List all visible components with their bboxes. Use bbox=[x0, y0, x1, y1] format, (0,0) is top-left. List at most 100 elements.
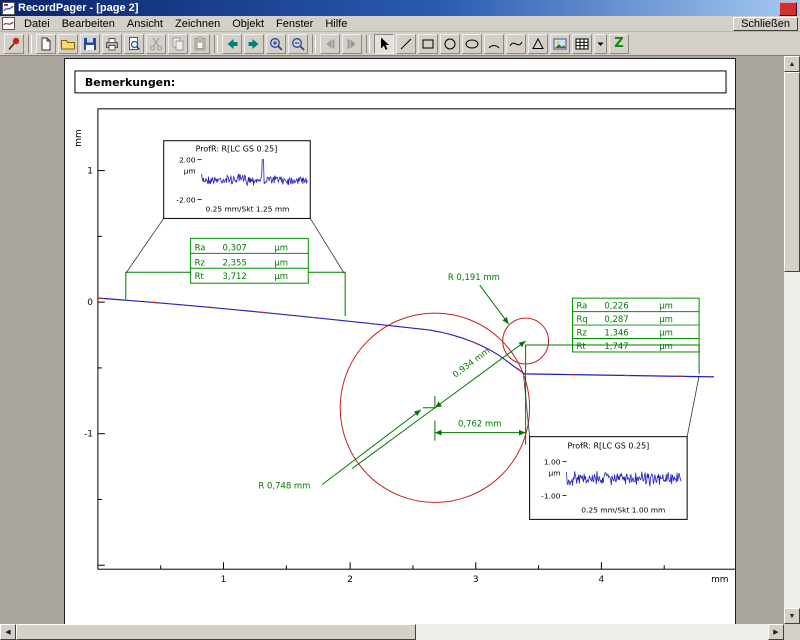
pin-icon bbox=[6, 36, 22, 52]
new-document-button[interactable] bbox=[36, 34, 56, 54]
paste-button[interactable] bbox=[190, 34, 210, 54]
scissors-icon bbox=[148, 36, 164, 52]
cut-button[interactable] bbox=[146, 34, 166, 54]
print-icon bbox=[104, 36, 120, 52]
roughness-inset-top[interactable]: ProfR: R[LC GS 0.25] 2.00 µm -2.00 0.25 … bbox=[164, 141, 311, 219]
print-preview-button[interactable] bbox=[124, 34, 144, 54]
roughness-inset-bottom[interactable]: ProfR: R[LC GS 0.25] 1.00 µm -1.00 0.25 … bbox=[530, 437, 688, 520]
arc-icon bbox=[486, 36, 502, 52]
circle-tool-button[interactable] bbox=[440, 34, 460, 54]
param-unit: µm bbox=[274, 257, 288, 267]
triangle-icon bbox=[530, 36, 546, 52]
scroll-right-button[interactable]: ▶ bbox=[768, 624, 784, 640]
param-value: 3,712 bbox=[223, 271, 247, 281]
grid-dropdown-button[interactable] bbox=[594, 34, 607, 54]
menu-zeichnen[interactable]: Zeichnen bbox=[169, 17, 226, 31]
rectangle-icon bbox=[420, 36, 436, 52]
param-unit: µm bbox=[659, 328, 673, 338]
scroll-up-button[interactable]: ▲ bbox=[784, 56, 800, 72]
inset-ymax: 2.00 bbox=[179, 156, 196, 165]
inset-ymin: -2.00 bbox=[176, 195, 196, 204]
titlebar-red-button[interactable] bbox=[779, 2, 797, 16]
z-tool-icon: Z bbox=[614, 36, 623, 51]
inset-title: ProfR: R[LC GS 0.25] bbox=[196, 145, 278, 154]
select-pointer-button[interactable] bbox=[374, 34, 394, 54]
next-page-button[interactable] bbox=[342, 34, 362, 54]
document-page[interactable]: Bemerkungen: 1 0 -1 mm bbox=[64, 58, 736, 628]
zoom-out-button[interactable] bbox=[288, 34, 308, 54]
copy-icon bbox=[170, 36, 186, 52]
inset-xlabel: 0.25 mm/Skt 1.00 mm bbox=[581, 505, 665, 514]
param-value: 1,747 bbox=[604, 341, 628, 351]
param-table-right[interactable]: Ra 0,226 µm Rq 0,287 µm Rz 1,346 µm Rt 1… bbox=[572, 298, 699, 352]
menu-ansicht[interactable]: Ansicht bbox=[121, 17, 169, 31]
ellipse-tool-button[interactable] bbox=[462, 34, 482, 54]
param-value: 1,346 bbox=[604, 328, 628, 338]
zoom-in-button[interactable] bbox=[266, 34, 286, 54]
polygon-tool-button[interactable] bbox=[528, 34, 548, 54]
dimension-radius-small[interactable]: R 0,191 mm bbox=[448, 272, 509, 324]
toolbar-separator bbox=[214, 35, 218, 53]
line-tool-button[interactable] bbox=[396, 34, 416, 54]
dimension-radius-large[interactable]: R 0,748 mm bbox=[258, 410, 421, 491]
dimension-horizontal[interactable]: 0,762 mm bbox=[435, 419, 526, 441]
image-tool-button[interactable] bbox=[550, 34, 570, 54]
svg-text:0,934 mm: 0,934 mm bbox=[451, 346, 492, 380]
zoom-in-icon bbox=[268, 36, 284, 52]
param-value: 0,307 bbox=[223, 242, 247, 252]
dimension-diagonal[interactable]: 0,934 mm bbox=[352, 341, 525, 469]
image-icon bbox=[552, 36, 568, 52]
y-tick-label: 0 bbox=[87, 298, 93, 308]
menu-datei[interactable]: Datei bbox=[18, 17, 56, 31]
open-button[interactable] bbox=[58, 34, 78, 54]
workspace: Bemerkungen: 1 0 -1 mm bbox=[0, 56, 800, 640]
fitted-circles[interactable] bbox=[340, 313, 548, 502]
app-icon bbox=[2, 2, 15, 15]
close-document-button[interactable]: Schließen bbox=[733, 17, 798, 31]
pin-button[interactable] bbox=[4, 34, 24, 54]
vertical-scrollbar[interactable]: ▲ ▼ bbox=[784, 56, 800, 624]
save-button[interactable] bbox=[80, 34, 100, 54]
x-tick-label: 2 bbox=[347, 575, 353, 585]
remarks-label: Bemerkungen: bbox=[85, 76, 175, 89]
param-unit: µm bbox=[274, 242, 288, 252]
menu-hilfe[interactable]: Hilfe bbox=[319, 17, 353, 31]
param-unit: µm bbox=[659, 301, 673, 311]
previous-page-button[interactable] bbox=[320, 34, 340, 54]
horizontal-scroll-thumb[interactable] bbox=[16, 624, 416, 640]
copy-button[interactable] bbox=[168, 34, 188, 54]
param-unit: µm bbox=[274, 271, 288, 281]
inset-title: ProfR: R[LC GS 0.25] bbox=[567, 442, 649, 451]
z-tool-button[interactable]: Z bbox=[609, 34, 629, 54]
toolbar-separator bbox=[366, 35, 370, 53]
pointer-icon bbox=[376, 36, 392, 52]
table-tool-button[interactable] bbox=[572, 34, 592, 54]
zoom-out-icon bbox=[290, 36, 306, 52]
curve-icon bbox=[508, 36, 524, 52]
toolbar-separator bbox=[312, 35, 316, 53]
document-icon[interactable] bbox=[2, 17, 15, 30]
menu-fenster[interactable]: Fenster bbox=[270, 17, 319, 31]
menu-objekt[interactable]: Objekt bbox=[226, 17, 270, 31]
toolbar-separator bbox=[28, 35, 32, 53]
param-name: Rq bbox=[576, 314, 587, 324]
param-table-left[interactable]: Ra 0,307 µm Rz 2,355 µm Rt 3,712 µm bbox=[191, 238, 309, 283]
arc-tool-button[interactable] bbox=[484, 34, 504, 54]
horizontal-scrollbar[interactable]: ◀ ▶ bbox=[0, 624, 784, 640]
param-unit: µm bbox=[659, 341, 673, 351]
scroll-left-button[interactable]: ◀ bbox=[0, 624, 16, 640]
rectangle-tool-button[interactable] bbox=[418, 34, 438, 54]
y-tick-label: 1 bbox=[87, 167, 93, 177]
navigate-back-button[interactable] bbox=[222, 34, 242, 54]
remarks-box[interactable]: Bemerkungen: bbox=[75, 71, 726, 93]
print-button[interactable] bbox=[102, 34, 122, 54]
curve-tool-button[interactable] bbox=[506, 34, 526, 54]
x-tick-label: 4 bbox=[599, 575, 605, 585]
menu-bearbeiten[interactable]: Bearbeiten bbox=[56, 17, 121, 31]
navigate-forward-button[interactable] bbox=[244, 34, 264, 54]
param-name: Ra bbox=[576, 301, 587, 311]
vertical-scroll-thumb[interactable] bbox=[784, 72, 800, 272]
forward-arrow-icon bbox=[246, 36, 262, 52]
param-name: Rt bbox=[576, 341, 586, 351]
scroll-down-button[interactable]: ▼ bbox=[784, 608, 800, 624]
